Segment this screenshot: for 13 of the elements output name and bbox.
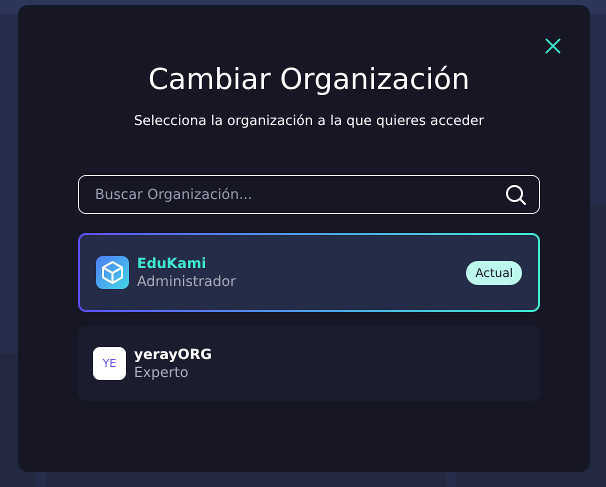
- organization-name: EduKami: [137, 256, 206, 272]
- current-badge: Actual: [466, 260, 522, 284]
- organization-name: yerayORG: [134, 346, 212, 362]
- organization-initials: YE: [93, 347, 126, 380]
- dialog-title: Cambiar Organización: [147, 61, 471, 98]
- organization-role: Administrador: [137, 274, 236, 290]
- organization-item[interactable]: EduKami Administrador Actual: [78, 233, 540, 312]
- dialog-subtitle: Selecciona la organización a la que quieres acceder: [132, 112, 486, 131]
- organization-role: Experto: [134, 364, 188, 380]
- organization-item[interactable]: YE yerayORG Experto: [78, 326, 540, 401]
- search-field[interactable]: Buscar Organización...: [78, 175, 540, 214]
- cube-logo-icon: [96, 256, 129, 289]
- search-icon: [505, 184, 527, 206]
